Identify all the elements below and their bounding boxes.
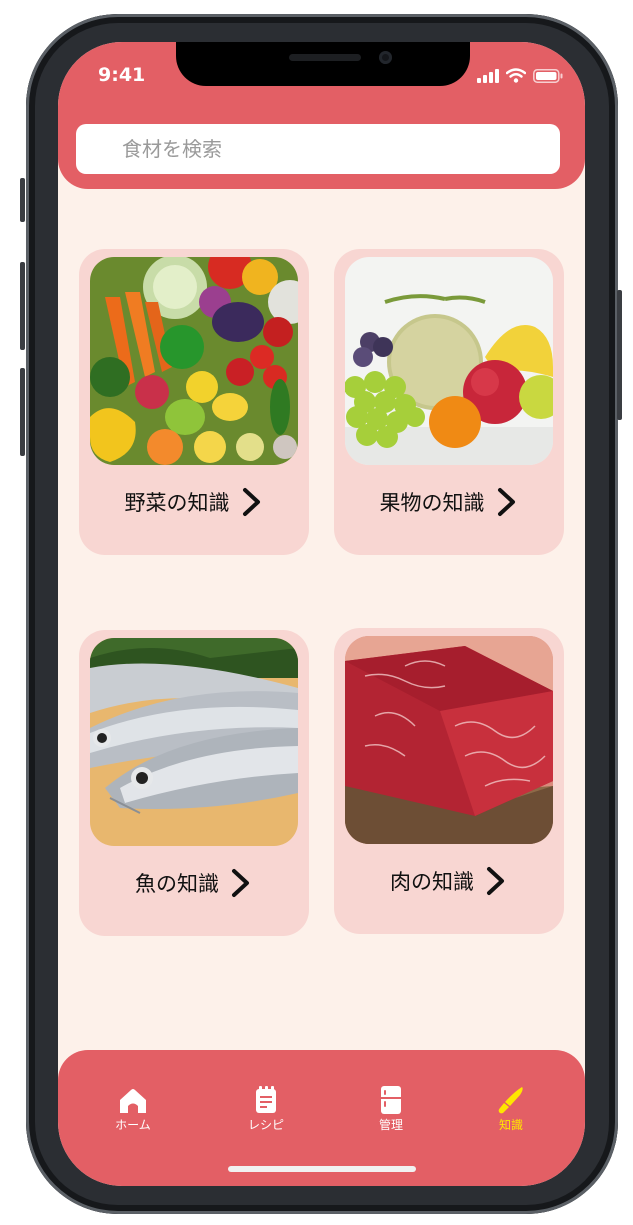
recipe-icon xyxy=(256,1086,276,1113)
notch xyxy=(176,42,470,86)
card-fish[interactable]: 魚の知識 xyxy=(79,630,309,936)
search-input[interactable] xyxy=(76,124,560,174)
camera xyxy=(379,51,392,64)
card-label-fish: 魚の知識 xyxy=(79,868,309,898)
silent-switch xyxy=(20,178,25,222)
tab-label: レシピ xyxy=(247,1118,284,1132)
tab-label: ホーム xyxy=(115,1118,151,1132)
tab-label: 管理 xyxy=(378,1118,403,1132)
fridge-icon xyxy=(381,1086,401,1114)
chevron-right-icon xyxy=(487,867,504,895)
card-label-fruit: 果物の知識 xyxy=(334,487,564,517)
home-indicator xyxy=(228,1166,416,1172)
volume-up-button xyxy=(20,262,25,350)
speaker xyxy=(289,54,361,61)
home-icon xyxy=(120,1089,146,1113)
card-title: 魚の知識 xyxy=(135,872,219,896)
tab-manage[interactable]: 管理 xyxy=(351,1086,431,1133)
signal-icon xyxy=(477,68,499,83)
knife-icon xyxy=(498,1087,523,1114)
status-icons xyxy=(477,68,563,83)
chevron-right-icon xyxy=(497,488,515,516)
card-label-meat: 肉の知識 xyxy=(334,866,564,896)
card-title: 野菜の知識 xyxy=(124,491,230,515)
chevron-right-icon xyxy=(232,869,249,897)
volume-down-button xyxy=(20,368,25,456)
status-time: 9:41 xyxy=(98,64,146,86)
tab-recipe[interactable]: レシピ xyxy=(226,1086,306,1133)
power-button xyxy=(617,290,622,420)
fruit-image xyxy=(345,257,553,465)
card-label-vegetables: 野菜の知識 xyxy=(79,487,309,517)
tab-home[interactable]: ホーム xyxy=(93,1086,173,1133)
meat-image xyxy=(345,636,553,844)
vegetables-image xyxy=(90,257,298,465)
card-fruit[interactable]: 果物の知識 xyxy=(334,249,564,555)
card-meat[interactable]: 肉の知識 xyxy=(334,628,564,934)
screen: 9:41 食材を検索 野菜の知識 果物の知識 魚の知識 肉の知識 ホーム レシピ… xyxy=(58,42,585,1186)
battery-icon xyxy=(533,68,563,83)
card-vegetables[interactable]: 野菜の知識 xyxy=(79,249,309,555)
tab-knowledge[interactable]: 知識 xyxy=(471,1086,551,1133)
fish-image xyxy=(90,638,298,846)
card-title: 果物の知識 xyxy=(379,491,485,515)
tab-label: 知識 xyxy=(498,1118,523,1132)
chevron-right-icon xyxy=(242,488,260,516)
card-title: 肉の知識 xyxy=(390,870,474,894)
wifi-icon xyxy=(506,68,526,83)
